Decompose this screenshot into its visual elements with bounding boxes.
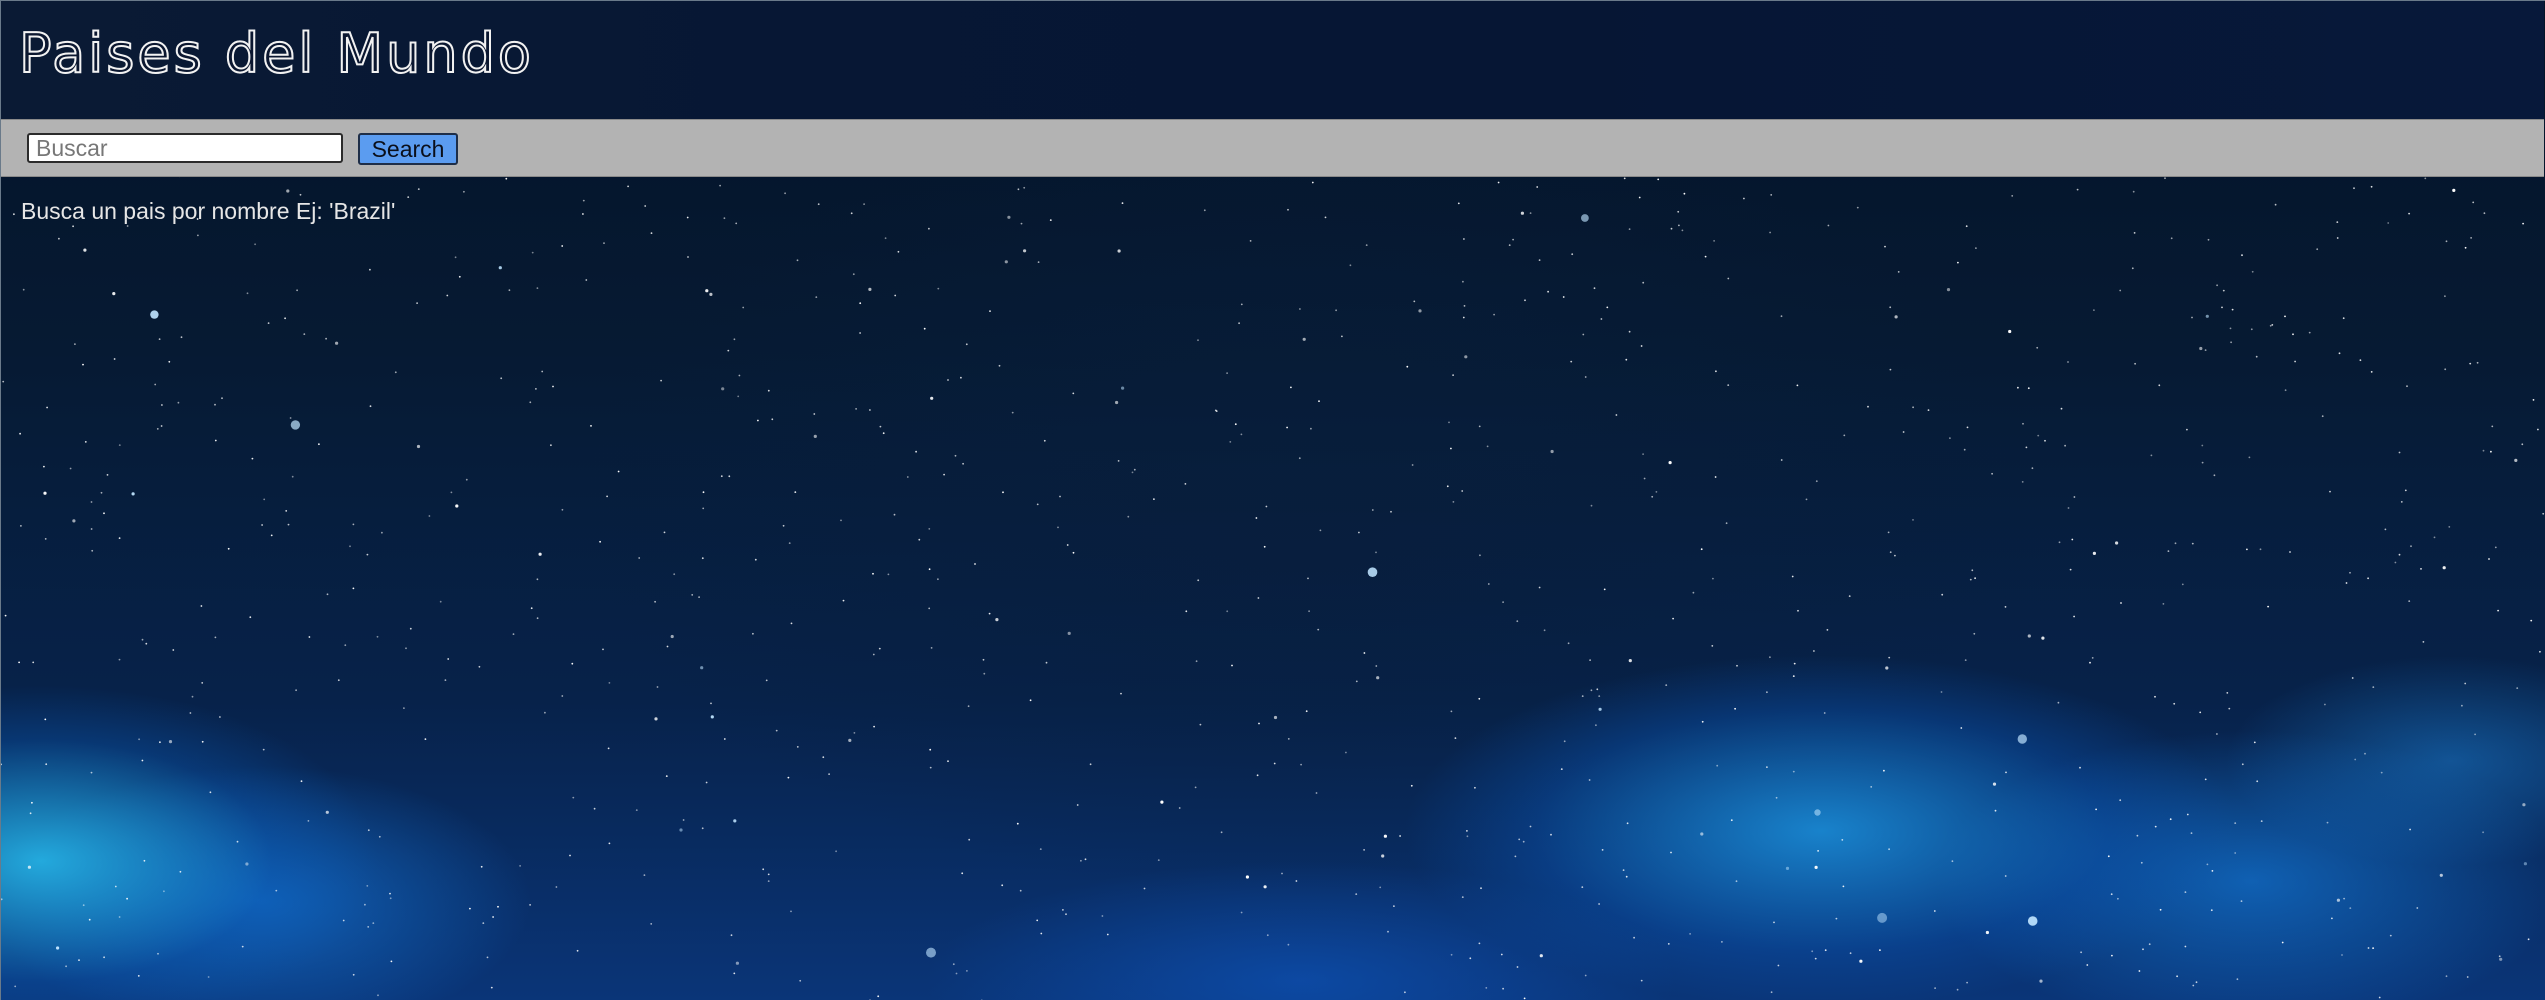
search-bar: Search (1, 119, 2544, 177)
search-hint: Busca un pais por nombre Ej: 'Brazil' (21, 198, 396, 224)
search-input[interactable] (27, 133, 343, 163)
search-button[interactable]: Search (358, 133, 458, 165)
page-header: Paises del Mundo (1, 1, 2544, 119)
site-title: Paises del Mundo (18, 22, 534, 85)
